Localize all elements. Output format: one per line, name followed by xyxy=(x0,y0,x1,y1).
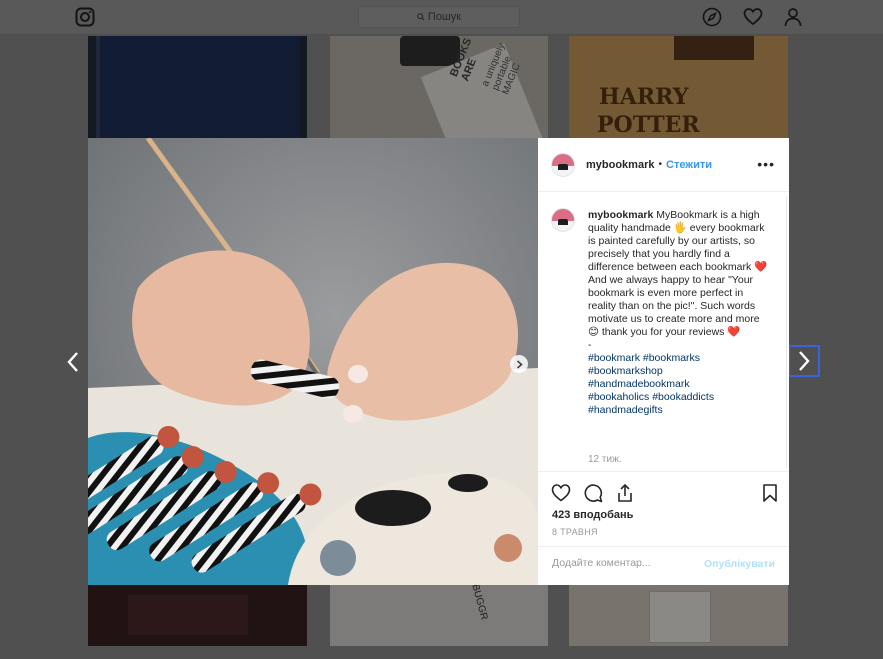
hashtag-link[interactable]: #bookaholics #bookaddicts xyxy=(588,391,768,404)
more-options-icon[interactable]: ••• xyxy=(757,156,775,172)
carousel-next-button[interactable] xyxy=(510,355,528,373)
caption-text: mybookmark MyBookmark is a high quality … xyxy=(588,209,768,417)
hashtag-link[interactable]: #bookmark #bookmarks xyxy=(588,352,768,365)
photo-illustration xyxy=(88,138,538,585)
chevron-right-icon xyxy=(516,359,523,369)
bookmark-save-icon[interactable] xyxy=(760,483,780,503)
post-username[interactable]: mybookmark xyxy=(586,159,654,171)
caption-scrollbar[interactable] xyxy=(786,196,787,468)
post-header: mybookmark • Стежити ••• xyxy=(538,138,789,192)
chevron-right-icon xyxy=(799,351,810,371)
post-photo[interactable] xyxy=(88,138,538,585)
publish-comment-button[interactable]: Опублікувати xyxy=(704,558,775,570)
likes-count[interactable]: 423 вподобань xyxy=(552,509,633,521)
caption-area: mybookmark MyBookmark is a high quality … xyxy=(538,192,785,471)
caption-avatar[interactable] xyxy=(551,208,575,232)
follow-button[interactable]: Стежити xyxy=(666,159,712,171)
hashtag-link[interactable]: #handmadebookmark xyxy=(588,378,768,391)
post-details-panel: mybookmark • Стежити ••• mybookmark MyBo… xyxy=(538,138,789,585)
post-date[interactable]: 8 ТРАВНЯ xyxy=(552,527,598,537)
chevron-left-icon xyxy=(67,352,78,372)
post-time-ago[interactable]: 12 тиж. xyxy=(588,454,622,465)
share-icon[interactable] xyxy=(615,483,635,503)
hashtag-link[interactable]: #handmadegifts xyxy=(588,404,768,417)
comment-row: Опублікувати xyxy=(538,546,789,583)
comment-icon[interactable] xyxy=(583,483,603,503)
previous-post-arrow[interactable] xyxy=(60,347,86,377)
post-actions: 423 вподобань 8 ТРАВНЯ Опублікувати xyxy=(538,471,789,582)
hashtag-link[interactable]: #bookmarkshop xyxy=(588,365,768,378)
comment-input[interactable] xyxy=(552,557,692,569)
next-post-arrow[interactable] xyxy=(788,345,820,377)
caption-username[interactable]: mybookmark xyxy=(588,209,653,221)
header-separator: • xyxy=(658,159,662,170)
hashtag-list: #bookmark #bookmarks #bookmarkshop #handma… xyxy=(588,352,768,417)
like-heart-icon[interactable] xyxy=(551,483,571,503)
avatar[interactable] xyxy=(551,152,575,177)
caption-body: MyBookmark is a high quality handmade 🖐 … xyxy=(588,209,768,351)
